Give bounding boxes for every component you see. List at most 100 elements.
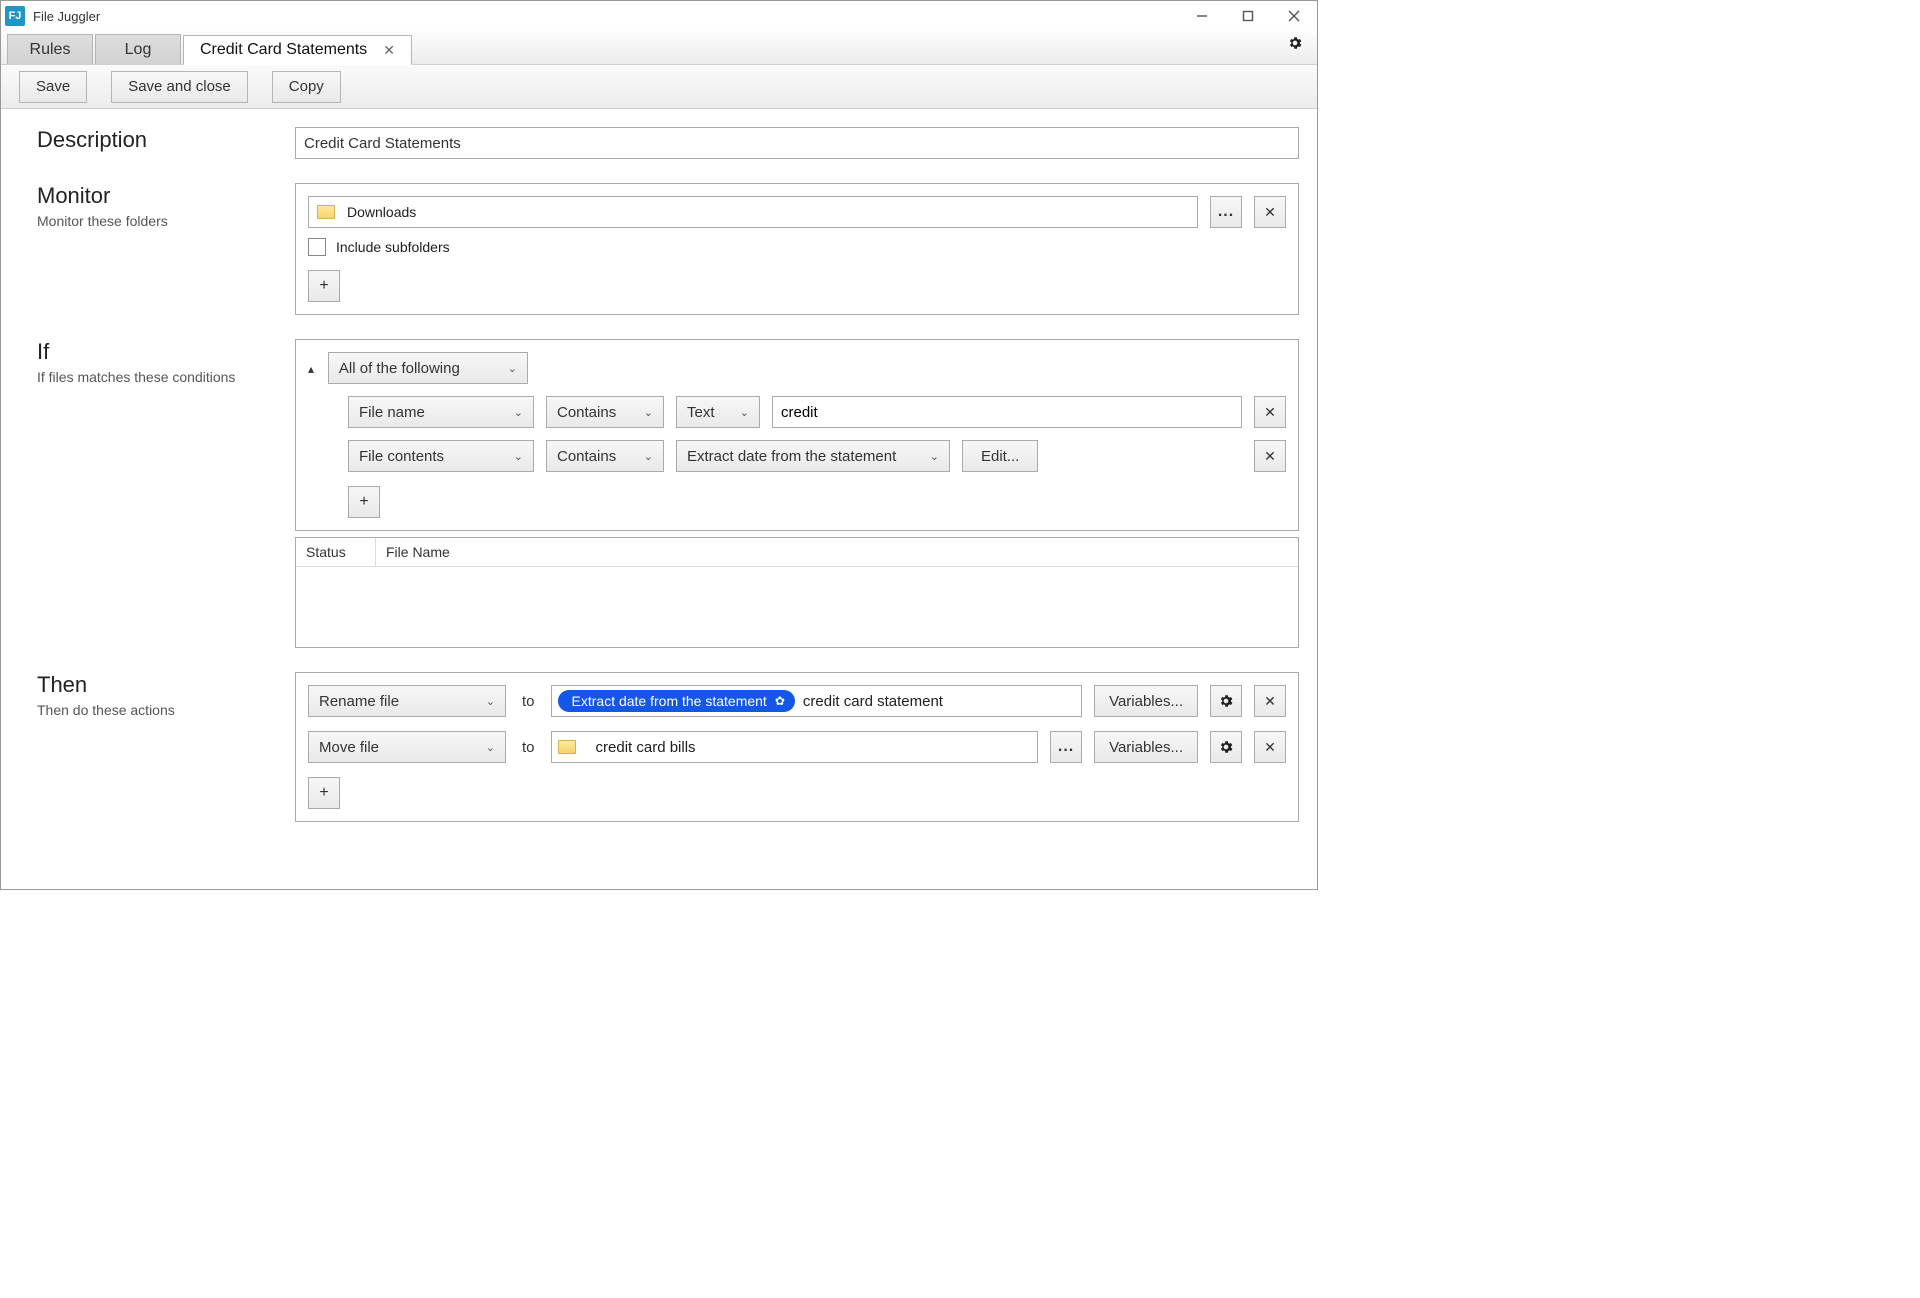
minimize-button[interactable] <box>1179 1 1225 31</box>
add-condition-button[interactable]: + <box>348 486 380 518</box>
action2-to-label: to <box>518 739 539 756</box>
gear-icon[interactable]: ✿ <box>775 694 785 708</box>
chevron-down-icon: ⌄ <box>474 695 495 708</box>
chevron-down-icon: ⌄ <box>502 406 523 419</box>
column-status[interactable]: Status <box>296 538 376 566</box>
then-subtitle: Then do these actions <box>37 702 295 718</box>
close-tab-icon[interactable]: ✕ <box>383 42 395 59</box>
app-window: FJ File Juggler Rules Log Credit Card St… <box>0 0 1318 890</box>
tab-label: Credit Card Statements <box>200 41 367 59</box>
combo-label: Move file <box>319 739 379 756</box>
tab-label: Rules <box>30 41 71 59</box>
window-controls <box>1179 1 1317 31</box>
condition-line-2: File contents⌄ Contains⌄ Extract date fr… <box>308 440 1286 472</box>
chevron-down-icon: ⌄ <box>918 450 939 463</box>
folder-icon <box>317 205 335 219</box>
toolbar: Save Save and close Copy <box>1 65 1317 109</box>
action2-settings-button[interactable] <box>1210 731 1242 763</box>
remove-condition-2-button[interactable]: ✕ <box>1254 440 1286 472</box>
cond2-operator[interactable]: Contains⌄ <box>546 440 664 472</box>
then-panel: Rename file ⌄ to Extract date from the st… <box>295 672 1299 822</box>
action2-type[interactable]: Move file ⌄ <box>308 731 506 763</box>
combo-label: File contents <box>359 448 444 465</box>
monitor-folder-field[interactable]: Downloads <box>308 196 1198 228</box>
action1-settings-button[interactable] <box>1210 685 1242 717</box>
remove-condition-1-button[interactable]: ✕ <box>1254 396 1286 428</box>
action1-to-label: to <box>518 693 539 710</box>
remove-action-1-button[interactable]: ✕ <box>1254 685 1286 717</box>
tab-active-rule[interactable]: Credit Card Statements ✕ <box>183 35 412 65</box>
combo-label: Extract date from the statement <box>687 448 896 465</box>
include-subfolders-label: Include subfolders <box>336 239 450 255</box>
action2-path-text: credit card bills <box>596 739 696 756</box>
tab-label: Log <box>125 41 152 59</box>
monitor-folder-value: Downloads <box>347 204 416 220</box>
condition-group-mode[interactable]: All of the following ⌄ <box>328 352 528 384</box>
title-bar: FJ File Juggler <box>1 1 1317 31</box>
combo-label: File name <box>359 404 425 421</box>
combo-label: Rename file <box>319 693 399 710</box>
add-monitor-folder-button[interactable]: + <box>308 270 340 302</box>
variable-token-label: Extract date from the statement <box>572 693 767 709</box>
save-button[interactable]: Save <box>19 71 87 103</box>
settings-button[interactable] <box>1287 35 1303 54</box>
description-title: Description <box>37 127 295 153</box>
cond1-value-input[interactable] <box>772 396 1242 428</box>
cond2-type[interactable]: Extract date from the statement ⌄ <box>676 440 950 472</box>
cond1-field[interactable]: File name ⌄ <box>348 396 534 428</box>
add-action-button[interactable]: + <box>308 777 340 809</box>
content-area: Description Monitor Monitor these folder… <box>1 109 1317 889</box>
app-logo: FJ <box>5 6 25 26</box>
include-subfolders-checkbox[interactable] <box>308 238 326 256</box>
file-list-body <box>296 567 1298 647</box>
copy-button[interactable]: Copy <box>272 71 341 103</box>
cond1-operator[interactable]: Contains⌄ <box>546 396 664 428</box>
remove-folder-button[interactable]: ✕ <box>1254 196 1286 228</box>
close-window-button[interactable] <box>1271 1 1317 31</box>
action-line-2: Move file ⌄ to credit card bills ... Vari… <box>308 731 1286 763</box>
action2-variables-button[interactable]: Variables... <box>1094 731 1198 763</box>
tab-rules[interactable]: Rules <box>7 34 93 64</box>
file-list-header: Status File Name <box>296 538 1298 567</box>
action2-path-field[interactable]: credit card bills <box>551 731 1039 763</box>
monitor-subtitle: Monitor these folders <box>37 213 295 229</box>
chevron-down-icon: ⌄ <box>474 741 495 754</box>
combo-label: Text <box>687 404 715 421</box>
chevron-down-icon: ⌄ <box>496 362 517 375</box>
description-input[interactable] <box>295 127 1299 159</box>
app-title: File Juggler <box>33 9 100 24</box>
cond2-field[interactable]: File contents ⌄ <box>348 440 534 472</box>
action1-target-field[interactable]: Extract date from the statement ✿ credit… <box>551 685 1083 717</box>
if-file-list-panel: Status File Name <box>295 537 1299 648</box>
remove-action-2-button[interactable]: ✕ <box>1254 731 1286 763</box>
chevron-down-icon: ⌄ <box>502 450 523 463</box>
tab-log[interactable]: Log <box>95 34 181 64</box>
include-subfolders-row[interactable]: Include subfolders <box>308 238 1286 256</box>
monitor-panel: Downloads ... ✕ Include subfolders + <box>295 183 1299 315</box>
then-title: Then <box>37 672 295 698</box>
condition-line-1: File name ⌄ Contains⌄ Text ⌄ ✕ <box>308 396 1286 428</box>
combo-label: Contains <box>557 448 616 465</box>
monitor-title: Monitor <box>37 183 295 209</box>
maximize-button[interactable] <box>1225 1 1271 31</box>
action1-variables-button[interactable]: Variables... <box>1094 685 1198 717</box>
chevron-down-icon: ⌄ <box>728 406 749 419</box>
if-row: If If files matches these conditions ▴ A… <box>37 339 1299 648</box>
action1-type[interactable]: Rename file ⌄ <box>308 685 506 717</box>
if-conditions-panel: ▴ All of the following ⌄ File name ⌄ Cont… <box>295 339 1299 531</box>
cond2-edit-button[interactable]: Edit... <box>962 440 1038 472</box>
save-and-close-button[interactable]: Save and close <box>111 71 248 103</box>
action2-browse-button[interactable]: ... <box>1050 731 1082 763</box>
column-filename[interactable]: File Name <box>376 538 1298 566</box>
condition-group-toggle[interactable]: ▴ <box>308 362 314 376</box>
variable-token-pill[interactable]: Extract date from the statement ✿ <box>558 690 795 712</box>
cond1-type[interactable]: Text ⌄ <box>676 396 760 428</box>
browse-folder-button[interactable]: ... <box>1210 196 1242 228</box>
folder-icon <box>558 740 576 754</box>
if-subtitle: If files matches these conditions <box>37 369 295 385</box>
action-line-1: Rename file ⌄ to Extract date from the st… <box>308 685 1286 717</box>
monitor-row: Monitor Monitor these folders Downloads … <box>37 183 1299 315</box>
description-row: Description <box>37 127 1299 159</box>
if-title: If <box>37 339 295 365</box>
combo-label: Contains <box>557 404 616 421</box>
